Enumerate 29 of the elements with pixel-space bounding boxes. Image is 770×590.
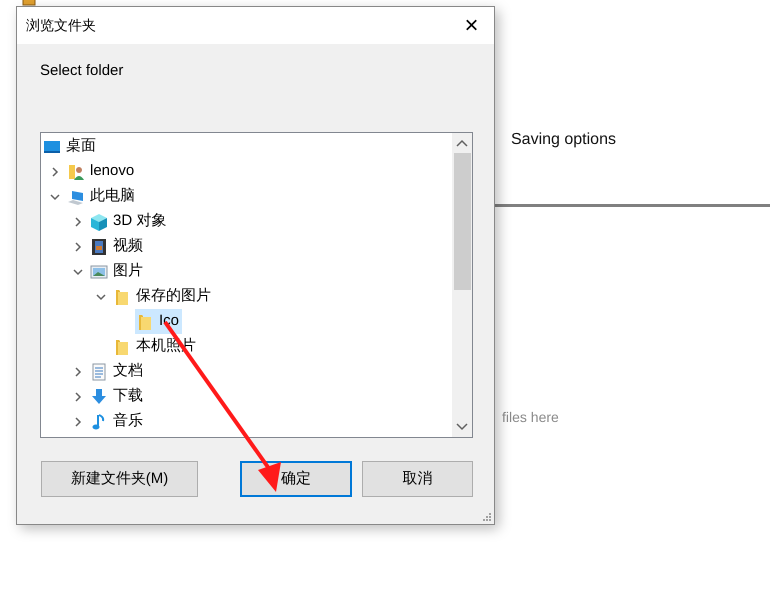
scroll-thumb[interactable] [454,153,470,290]
cube-icon [90,212,108,230]
resize-grip-icon[interactable] [482,512,492,522]
picture-icon [90,262,108,280]
tree-item[interactable]: 桌面 [42,134,99,159]
close-button[interactable]: × [449,7,494,44]
folder-icon [136,312,154,330]
document-icon [90,362,108,380]
tree-item[interactable]: 文档 [89,359,146,384]
dialog-description: Select folder [40,63,124,78]
tree-item[interactable]: 3D 对象 [89,209,170,234]
dialog-title: 浏览文件夹 [26,16,96,35]
dialog-button[interactable]: 取消 [362,461,473,497]
section-heading: Saving options [511,130,617,150]
folder-icon [113,338,131,356]
tree-item[interactable]: lenovo [66,159,138,184]
user-folder-icon [67,162,85,180]
dialog-button[interactable]: 新建文件夹(M) [41,461,198,497]
tree-item[interactable]: 图片 [89,259,146,284]
tree-item[interactable]: 此电脑 [66,184,138,209]
tree-item[interactable]: 下载 [89,384,146,409]
drop-hint: files here [502,408,560,427]
tree-item[interactable]: 保存的图片 [112,284,214,309]
folder-icon [113,288,131,306]
film-icon [90,238,108,256]
tree-item[interactable]: 视频 [89,234,146,259]
download-arrow-icon [90,388,108,406]
dialog-button[interactable]: 确定 [240,461,352,497]
tree-item[interactable]: 音乐 [89,409,146,434]
